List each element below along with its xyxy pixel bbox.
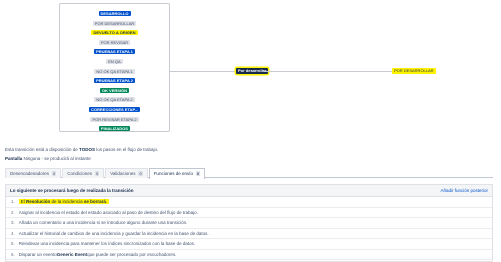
tab-bar: Desencadenadores 0 Condiciones 0 Validacio… — [5, 168, 493, 179]
rule-item[interactable]: 3. Añada un comentario a una incidencia s… — [6, 218, 492, 229]
status-lane: DESARROLLO — [60, 9, 169, 18]
status-lane: FINALIZADOS — [60, 124, 169, 133]
tab-conditions[interactable]: Condiciones 0 — [62, 168, 105, 178]
tab-triggers[interactable]: Desencadenadores 0 — [5, 168, 62, 178]
status-lozenge[interactable]: POR REVISAR — [98, 39, 131, 45]
status-lozenge[interactable]: PRUEBAS ETAPA 2 — [94, 78, 135, 84]
status-lozenge[interactable]: FINALIZADOS — [99, 126, 130, 132]
post-functions-panel: Lo siguiente se procesará luego de reali… — [5, 184, 493, 262]
status-lozenge[interactable]: OK VERSIÓN — [99, 87, 130, 93]
count-badge: 6 — [195, 171, 201, 176]
connector-left — [170, 71, 236, 72]
status-lane: NO OK QA ETAPA 1 — [60, 67, 169, 76]
status-lane: EN QA — [60, 57, 169, 66]
status-lozenge[interactable]: DESARROLLO — [98, 11, 131, 16]
connector-right — [264, 71, 392, 72]
status-lozenge[interactable]: NO OK QA ETAPA 2 — [94, 97, 135, 103]
status-lozenge[interactable]: DEVUELTO A ORIGEN — [91, 30, 138, 36]
screen-info: Pantalla Ninguna - se producirá al insta… — [5, 156, 91, 161]
status-lozenge[interactable]: EN QA — [106, 59, 123, 64]
status-lane: CORRECCIONES ETAP... — [60, 105, 169, 114]
tab-post-functions[interactable]: Funciones de envío 6 — [148, 168, 206, 179]
panel-title: Lo siguiente se procesará luego de reali… — [10, 188, 134, 193]
status-lozenge[interactable]: NO OK QA ETAPA 1 — [94, 68, 135, 74]
count-badge: 0 — [52, 171, 57, 176]
status-lane: NO OK QA ETAPA 2 — [60, 95, 169, 104]
rule-item[interactable]: 4. Actualizar el historial de cambios de … — [6, 229, 492, 239]
rule-item[interactable]: 6. Disparar un evento Generic Event que p… — [6, 250, 492, 260]
status-lane: POR DESARROLLAR — [60, 19, 169, 28]
status-lane: DEVUELTO A ORIGEN — [60, 28, 169, 37]
count-badge: 0 — [95, 171, 100, 176]
target-status[interactable]: POR DESARROLLAR — [392, 68, 436, 74]
status-lane: OK VERSIÓN — [60, 86, 169, 95]
status-lozenge[interactable]: CORRECCIONES ETAP... — [89, 107, 140, 112]
status-lane: POR REVISAR — [60, 38, 169, 47]
status-lane: POR REVISAR ETAPA 2 — [60, 115, 169, 124]
tab-validators[interactable]: Validaciones 0 — [105, 168, 148, 178]
panel-header: Lo siguiente se procesará luego de reali… — [6, 185, 492, 197]
status-lozenge[interactable]: POR DESARROLLAR — [92, 20, 137, 26]
status-lane: PRUEBAS ETAPA 2 — [60, 76, 169, 85]
rule-item[interactable]: 5. Reindexar una incidencia para mantener… — [6, 239, 492, 250]
count-badge: 0 — [138, 171, 143, 176]
status-lozenge[interactable]: POR REVISAR ETAPA 2 — [90, 116, 139, 122]
status-list-box: DESARROLLO POR DESARROLLAR DEVUELTO A ORIG… — [59, 3, 170, 132]
transition-description: Esta transición está a disposición de TO… — [5, 147, 159, 152]
status-lane: PRUEBAS ETAPA 1 — [60, 47, 169, 56]
workflow-diagram: DESARROLLO POR DESARROLLAR DEVUELTO A ORIG… — [0, 0, 501, 134]
add-post-function-link[interactable]: Añadir función posterior — [440, 188, 488, 193]
rule-item[interactable]: 1. El Resolución de la incidencia se bor… — [6, 197, 492, 208]
status-lozenge[interactable]: PRUEBAS ETAPA 1 — [94, 49, 135, 55]
rule-item[interactable]: 2. Asignar al incidencia el estado del es… — [6, 208, 492, 218]
